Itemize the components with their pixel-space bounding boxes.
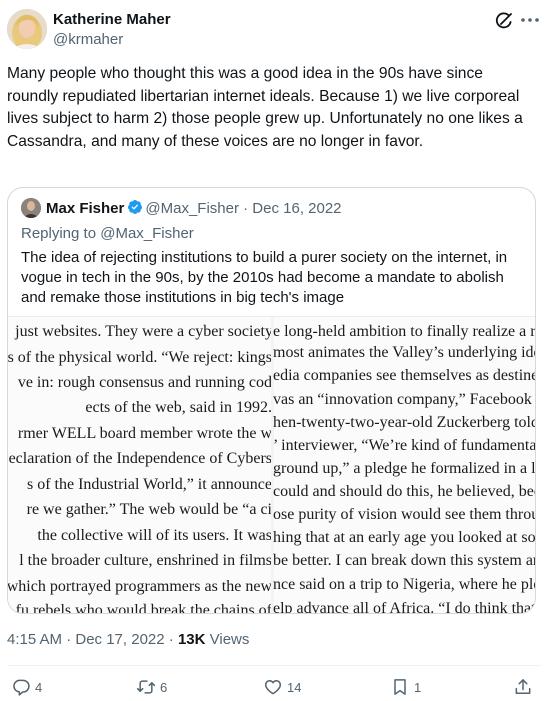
replying-prefix: Replying to: [21, 225, 101, 242]
quoted-tweet[interactable]: Max Fisher @Max_Fisher · Dec 16, 2022 Rep…: [7, 187, 536, 614]
book-line: which portrayed programmers as the new: [8, 578, 272, 595]
replying-handle[interactable]: @Max_Fisher: [100, 225, 194, 242]
book-line: could and should do this, he believed, b…: [273, 483, 536, 500]
views-count: 13K: [177, 631, 206, 648]
quoted-header: Max Fisher @Max_Fisher · Dec 16, 2022: [46, 199, 342, 218]
book-line: fu rebels who would break the chains of: [15, 602, 272, 614]
share-button[interactable]: [513, 675, 533, 699]
book-line: re we gather.” The web would be “a ci: [26, 501, 272, 518]
book-left-column: just websites. They were a cyber society…: [8, 317, 272, 614]
quoted-avatar[interactable]: [21, 198, 41, 218]
author-avatar[interactable]: [7, 9, 47, 49]
views-label: Views: [205, 631, 250, 648]
repost-count: 6: [160, 679, 168, 695]
book-line: l the broader culture, enshrined in film…: [19, 552, 272, 569]
more-icon[interactable]: [518, 8, 542, 32]
book-line: eclaration of the Independence of Cybers: [8, 450, 272, 467]
book-line: s of the physical world. “We reject: kin…: [8, 349, 272, 366]
book-line: hing that at an early age you looked at …: [273, 529, 536, 546]
book-line: ve in: rough consensus and running cod: [17, 374, 272, 391]
tweet-timestamp[interactable]: 4:15 AM · Dec 17, 2022 · 13K Views: [7, 630, 249, 650]
book-line: ground up,” a pledge he formalized in a …: [273, 460, 536, 477]
like-count: 14: [287, 679, 302, 695]
reply-count: 4: [35, 679, 43, 695]
grok-icon[interactable]: [492, 9, 516, 33]
divider: [7, 665, 541, 666]
like-icon: [264, 680, 282, 695]
book-line: just websites. They were a cyber society: [15, 323, 272, 340]
book-line: the collective will of its users. It was: [37, 527, 272, 544]
book-line: most animates the Valley’s underlying id…: [273, 344, 536, 361]
author-name[interactable]: Katherine Maher: [53, 11, 171, 29]
quoted-text: The idea of rejecting institutions to bu…: [21, 249, 508, 306]
book-page-image[interactable]: just websites. They were a cyber society…: [8, 316, 536, 614]
reply-icon: [13, 679, 30, 696]
author-handle[interactable]: @krmaher: [53, 31, 123, 49]
book-line: ose purity of vision would see them thro…: [273, 506, 536, 523]
quoted-handle-date[interactable]: @Max_Fisher · Dec 16, 2022: [145, 200, 341, 217]
quoted-author-name[interactable]: Max Fisher: [46, 200, 124, 217]
book-line: nce said on a trip to Nigeria, where he …: [273, 576, 536, 593]
book-line: be better. I can break down this system …: [273, 552, 536, 569]
book-line: rmer WELL board member wrote the w: [17, 425, 272, 442]
bookmark-icon: [394, 679, 406, 695]
book-line: vas an “innovation company,” Facebook wa: [273, 391, 536, 408]
tweet-text: Many people who thought this was a good …: [7, 65, 523, 150]
book-line: s of the Industrial World,” it announce: [26, 476, 272, 493]
book-line: ects of the web, said in 1992.: [85, 399, 272, 416]
book-line: ’ interviewer, “We’re kind of fundamenta…: [273, 437, 536, 454]
book-line: edia companies see themselves as destine: [273, 367, 536, 384]
repost-icon: [136, 680, 156, 694]
verified-badge-icon: [127, 199, 143, 215]
book-right-column: e long-held ambition to finally realize …: [273, 317, 536, 614]
bookmark-button[interactable]: 1: [390, 675, 421, 699]
book-line: elp advance all of Africa. “I do think t…: [273, 600, 536, 614]
reply-button[interactable]: 4: [11, 675, 42, 699]
tweet-time[interactable]: 4:15 AM · Dec 17, 2022 ·: [7, 631, 178, 648]
like-button[interactable]: 14: [263, 675, 301, 699]
share-icon: [515, 679, 531, 694]
book-line: e long-held ambition to finally realize …: [273, 323, 536, 340]
book-line: hen-twenty-two-year-old Zuckerberg told …: [273, 414, 536, 431]
replying-to: Replying to @Max_Fisher: [21, 224, 194, 243]
bookmark-count: 1: [414, 679, 422, 695]
repost-button[interactable]: 6: [136, 675, 167, 699]
